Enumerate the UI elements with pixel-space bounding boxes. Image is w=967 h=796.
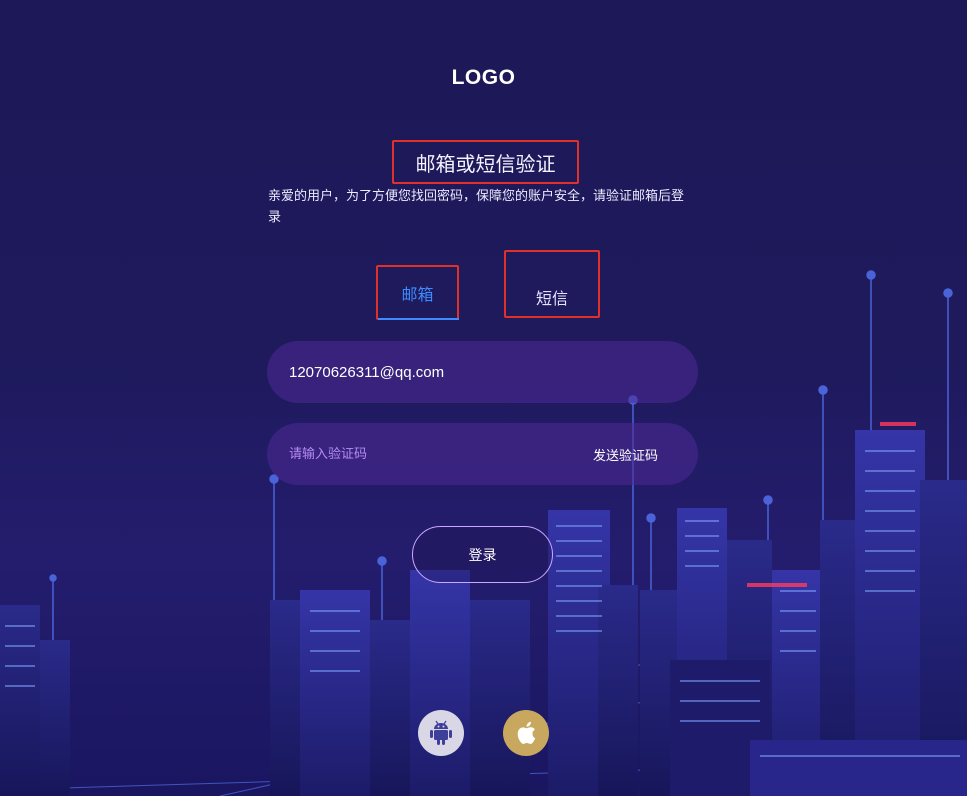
- ios-download-button[interactable]: [503, 710, 549, 756]
- code-field-container: 发送验证码: [267, 423, 698, 485]
- email-field-container: [267, 341, 698, 403]
- tab-email-label: 邮箱: [401, 284, 434, 304]
- send-code-button[interactable]: 发送验证码: [593, 423, 658, 485]
- active-tab-underline: [378, 318, 459, 320]
- verification-code-input[interactable]: [289, 423, 569, 485]
- verification-description: 亲爱的用户，为了方便您找回密码，保障您的账户安全，请验证邮箱后登录: [268, 189, 685, 225]
- logo: LOGO: [451, 66, 516, 89]
- apple-icon: [517, 721, 536, 744]
- login-button[interactable]: 登录: [412, 526, 553, 583]
- tab-email[interactable]: 邮箱: [376, 265, 459, 320]
- android-download-button[interactable]: [418, 710, 464, 756]
- android-icon: [430, 720, 452, 745]
- page-title: 邮箱或短信验证: [392, 140, 579, 184]
- email-input[interactable]: [289, 341, 569, 403]
- page-title-text: 邮箱或短信验证: [415, 151, 556, 176]
- tab-sms-label: 短信: [535, 289, 568, 308]
- tab-sms[interactable]: 短信: [504, 250, 600, 318]
